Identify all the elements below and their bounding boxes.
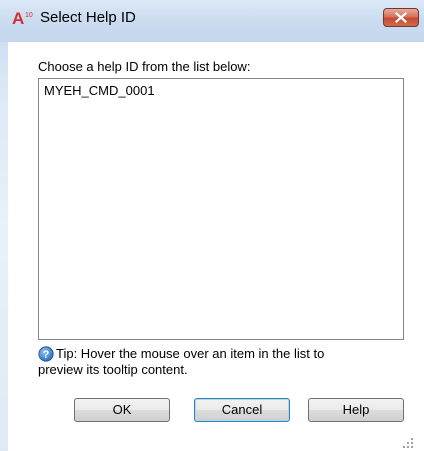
list-item[interactable]: MYEH_CMD_0001 [44, 83, 155, 98]
title-bar[interactable]: A 10 Select Help ID [0, 0, 424, 42]
cancel-button[interactable]: Cancel [194, 398, 290, 422]
resize-grip-icon[interactable] [402, 437, 414, 449]
tip-text-line-2: preview its tooltip content. [38, 362, 188, 377]
ok-button[interactable]: OK [74, 398, 170, 422]
help-id-listbox[interactable]: MYEH_CMD_0001 [38, 78, 404, 340]
help-button[interactable]: Help [308, 398, 404, 422]
dialog-body: Choose a help ID from the list below: MY… [24, 42, 416, 451]
svg-text:?: ? [43, 349, 50, 361]
window-frame-left [0, 0, 8, 451]
window-title: Select Help ID [40, 9, 136, 26]
app-icon-letter: A [12, 9, 24, 27]
app-icon-version: 10 [25, 12, 33, 19]
tip-text-line-1: Tip: Hover the mouse over an item in the… [56, 346, 325, 361]
close-icon [395, 12, 407, 23]
help-question-icon: ? [38, 346, 54, 362]
close-button[interactable] [383, 8, 419, 27]
autocad-logo-icon: A 10 [12, 9, 33, 27]
prompt-label: Choose a help ID from the list below: [38, 59, 251, 74]
